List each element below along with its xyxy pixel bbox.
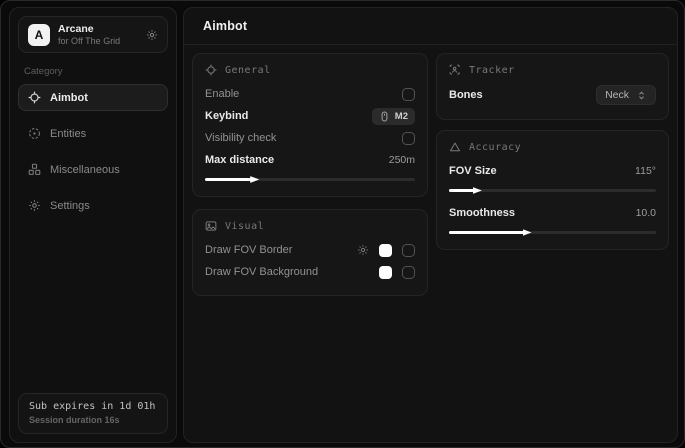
crosshair-icon: [28, 91, 41, 104]
slider-fill: [449, 189, 474, 192]
bones-row: Bones Neck: [449, 83, 656, 107]
card-title: Tracker: [469, 65, 515, 76]
fov-border-checkbox[interactable]: [402, 244, 415, 257]
triangle-icon: [449, 141, 461, 153]
fov-background-color-swatch[interactable]: [379, 266, 392, 279]
bones-select[interactable]: Neck: [596, 85, 656, 105]
main-panel: Aimbot General: [183, 7, 678, 443]
tracker-card: Tracker Bones Neck: [436, 53, 669, 120]
gear-icon[interactable]: [357, 244, 369, 256]
card-title: Visual: [225, 221, 264, 232]
enable-row: Enable: [205, 83, 415, 105]
slider-thumb[interactable]: [250, 175, 259, 184]
smoothness-label: Smoothness: [449, 207, 515, 219]
subscription-card: Sub expires in 1d 01h Session duration 1…: [18, 393, 168, 434]
visibility-check-checkbox[interactable]: [402, 132, 415, 145]
general-card: General Enable Keybind: [192, 53, 428, 197]
max-distance-row: Max distance 250m: [205, 149, 415, 171]
chevrons-up-down-icon: [636, 90, 647, 101]
boxes-icon: [28, 163, 41, 176]
smoothness-value: 10.0: [636, 207, 656, 219]
keybind-label: Keybind: [205, 110, 248, 122]
fov-size-slider[interactable]: [449, 186, 656, 195]
enable-checkbox[interactable]: [402, 88, 415, 101]
content-area: General Enable Keybind: [184, 45, 677, 304]
app-logo: A: [28, 24, 50, 46]
sidebar-item-settings[interactable]: Settings: [18, 192, 168, 219]
mouse-icon: [379, 111, 390, 122]
gear-icon: [28, 199, 41, 212]
image-icon: [205, 220, 217, 232]
visibility-check-label: Visibility check: [205, 132, 276, 144]
sidebar: A Arcane for Off The Grid Category Aimbo: [9, 7, 177, 443]
main-header: Aimbot: [184, 8, 677, 45]
app-window: A Arcane for Off The Grid Category Aimbo: [0, 0, 685, 448]
enable-label: Enable: [205, 88, 239, 100]
crosshair-icon: [205, 64, 217, 76]
radar-icon: [28, 127, 41, 140]
fov-background-row: Draw FOV Background: [205, 261, 415, 283]
fov-background-checkbox[interactable]: [402, 266, 415, 279]
fov-size-value: 115°: [635, 165, 656, 177]
app-name: Arcane: [58, 23, 138, 35]
max-distance-value: 250m: [389, 154, 415, 166]
fov-border-row: Draw FOV Border: [205, 239, 415, 261]
sidebar-item-label: Miscellaneous: [50, 164, 120, 176]
fov-size-row: FOV Size 115°: [449, 160, 656, 182]
visual-card-header: Visual: [205, 220, 415, 232]
user-scan-icon: [449, 64, 461, 76]
sidebar-item-miscellaneous[interactable]: Miscellaneous: [18, 156, 168, 183]
bones-label: Bones: [449, 89, 483, 101]
keybind-value: M2: [395, 111, 408, 122]
keybind-row: Keybind M2: [205, 105, 415, 127]
fov-background-label: Draw FOV Background: [205, 266, 318, 278]
general-card-header: General: [205, 64, 415, 76]
app-logo-card: A Arcane for Off The Grid: [18, 16, 168, 53]
session-duration-text: Session duration 16s: [29, 415, 157, 425]
sidebar-item-entities[interactable]: Entities: [18, 120, 168, 147]
slider-fill: [449, 231, 524, 234]
accuracy-card-header: Accuracy: [449, 141, 656, 153]
max-distance-label: Max distance: [205, 154, 274, 166]
accuracy-card: Accuracy FOV Size 115° Smoothness: [436, 130, 669, 250]
category-label: Category: [24, 66, 162, 77]
slider-thumb[interactable]: [473, 186, 482, 195]
fov-border-color-swatch[interactable]: [379, 244, 392, 257]
app-identity: Arcane for Off The Grid: [58, 23, 138, 47]
bones-value: Neck: [605, 89, 629, 101]
keybind-button[interactable]: M2: [372, 108, 415, 125]
sidebar-item-label: Settings: [50, 200, 90, 212]
app-subtitle: for Off The Grid: [58, 36, 138, 47]
tracker-card-header: Tracker: [449, 64, 656, 76]
max-distance-slider[interactable]: [205, 175, 415, 184]
slider-fill: [205, 178, 251, 181]
card-title: General: [225, 65, 271, 76]
card-title: Accuracy: [469, 142, 521, 153]
page-title: Aimbot: [203, 19, 247, 33]
smoothness-row: Smoothness 10.0: [449, 202, 656, 224]
sidebar-item-label: Entities: [50, 128, 86, 140]
visual-card: Visual Draw FOV Border: [192, 209, 428, 296]
sub-expiry-text: Sub expires in 1d 01h: [29, 401, 157, 412]
sidebar-item-label: Aimbot: [50, 92, 88, 104]
fov-size-label: FOV Size: [449, 165, 497, 177]
visibility-check-row: Visibility check: [205, 127, 415, 149]
slider-thumb[interactable]: [523, 228, 532, 237]
smoothness-slider[interactable]: [449, 228, 656, 237]
gear-icon[interactable]: [146, 29, 158, 41]
fov-border-label: Draw FOV Border: [205, 244, 292, 256]
sidebar-item-aimbot[interactable]: Aimbot: [18, 84, 168, 111]
